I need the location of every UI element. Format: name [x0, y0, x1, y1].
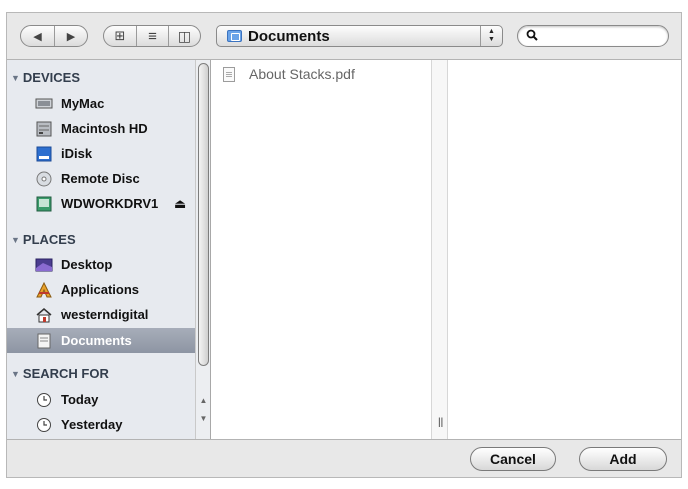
file-column: About Stacks.pdf: [211, 60, 431, 439]
sidebar-item-documents[interactable]: Documents: [7, 328, 195, 353]
back-arrow-icon: ◀: [33, 30, 42, 43]
sidebar-item-remote-disc[interactable]: Remote Disc: [7, 166, 195, 191]
column-grip-icon: ||: [438, 417, 444, 428]
sidebar-item-yesterday[interactable]: Yesterday: [7, 412, 195, 437]
applications-icon: [35, 281, 53, 298]
scroll-up-arrow-icon[interactable]: ▲: [198, 393, 209, 407]
sidebar-item-label: Today: [61, 392, 99, 407]
disclosure-triangle-icon: ▼: [11, 368, 20, 379]
list-view-icon: ≡: [148, 27, 157, 45]
home-icon: [35, 307, 53, 323]
disclosure-triangle-icon: ▼: [11, 234, 20, 245]
scroll-down-arrow-icon[interactable]: ▼: [198, 411, 209, 425]
sidebar-item-label: iDisk: [61, 146, 93, 161]
search-icon: [526, 29, 538, 41]
location-popup[interactable]: Documents ▲ ▼: [216, 25, 503, 47]
sidebar-item-mymac[interactable]: MyMac: [7, 91, 195, 116]
sidebar-item-label: MyMac: [61, 96, 105, 111]
display-icon: [35, 96, 53, 112]
hard-drive-icon: [35, 121, 53, 137]
add-button[interactable]: Add: [579, 447, 667, 471]
forward-arrow-icon: ▶: [66, 30, 76, 43]
sidebar-section-search-for[interactable]: ▼ SEARCH FOR: [11, 366, 109, 381]
section-label: PLACES: [22, 232, 76, 247]
file-item[interactable]: About Stacks.pdf: [223, 66, 355, 82]
sidebar-section-places[interactable]: ▼ PLACES: [11, 232, 76, 247]
popup-arrows-icon: ▲ ▼: [480, 26, 502, 46]
column-view-button[interactable]: ◫: [168, 26, 200, 46]
documents-folder-icon: [35, 333, 53, 349]
column-view-icon: ◫: [177, 27, 192, 44]
preview-column: [448, 60, 681, 439]
sidebar-item-westerndigital[interactable]: westerndigital: [7, 302, 195, 327]
browser-area: ▼ DEVICES MyMac Macintosh HD iDisk Remot…: [7, 59, 681, 440]
forward-button[interactable]: ▶: [53, 26, 87, 46]
back-button[interactable]: ◀: [21, 26, 54, 46]
sidebar-item-label: Macintosh HD: [61, 121, 148, 136]
sidebar-scrollbar[interactable]: ▲ ▼: [195, 60, 210, 439]
idisk-icon: [35, 146, 53, 162]
sidebar-item-label: Desktop: [61, 257, 113, 272]
sidebar-item-applications[interactable]: Applications: [7, 277, 195, 302]
external-drive-icon: [35, 196, 53, 212]
sidebar-section-devices[interactable]: ▼ DEVICES: [11, 70, 80, 85]
toolbar: ◀ ▶ ⊞ ≡ ◫ Documents ▲ ▼: [7, 13, 681, 59]
clock-icon: [35, 392, 53, 408]
sidebar-item-label: Documents: [61, 333, 132, 348]
open-file-dialog: ◀ ▶ ⊞ ≡ ◫ Documents ▲ ▼ ▼ DEVICES MyMac …: [6, 12, 682, 478]
clock-icon: [35, 417, 53, 433]
sidebar-item-macintosh-hd[interactable]: Macintosh HD: [7, 116, 195, 141]
icon-view-button[interactable]: ⊞: [104, 26, 136, 46]
file-name: About Stacks.pdf: [249, 66, 355, 82]
disc-icon: [35, 171, 53, 187]
back-forward-control: ◀ ▶: [20, 25, 88, 47]
section-label: SEARCH FOR: [22, 366, 109, 381]
column-resize-handle[interactable]: ||: [431, 60, 448, 439]
view-mode-control: ⊞ ≡ ◫: [103, 25, 201, 47]
search-field[interactable]: [517, 25, 669, 47]
sidebar-item-wdworkdrv1[interactable]: WDWORKDRV1 ⏏: [7, 191, 195, 216]
dialog-footer: Cancel Add: [7, 441, 681, 477]
desktop-icon: [35, 257, 53, 273]
sidebar-item-label: Applications: [61, 282, 140, 297]
section-label: DEVICES: [22, 70, 80, 85]
disclosure-triangle-icon: ▼: [11, 72, 20, 83]
pdf-document-icon: [223, 66, 235, 82]
scrollbar-thumb[interactable]: [198, 63, 209, 366]
documents-folder-icon: [227, 30, 242, 42]
sidebar: ▼ DEVICES MyMac Macintosh HD iDisk Remot…: [7, 60, 211, 439]
cancel-button[interactable]: Cancel: [470, 447, 556, 471]
sidebar-item-desktop[interactable]: Desktop: [7, 252, 195, 277]
sidebar-item-label: westerndigital: [61, 307, 149, 322]
sidebar-item-label: Yesterday: [61, 417, 123, 432]
sidebar-item-label: Remote Disc: [61, 171, 140, 186]
sidebar-item-label: WDWORKDRV1: [61, 196, 159, 211]
icon-view-icon: ⊞: [114, 28, 126, 43]
eject-icon[interactable]: ⏏: [174, 196, 186, 212]
location-label: Documents: [248, 27, 330, 45]
sidebar-item-today[interactable]: Today: [7, 387, 195, 412]
sidebar-item-idisk[interactable]: iDisk: [7, 141, 195, 166]
list-view-button[interactable]: ≡: [135, 26, 168, 46]
search-input[interactable]: [542, 28, 662, 44]
